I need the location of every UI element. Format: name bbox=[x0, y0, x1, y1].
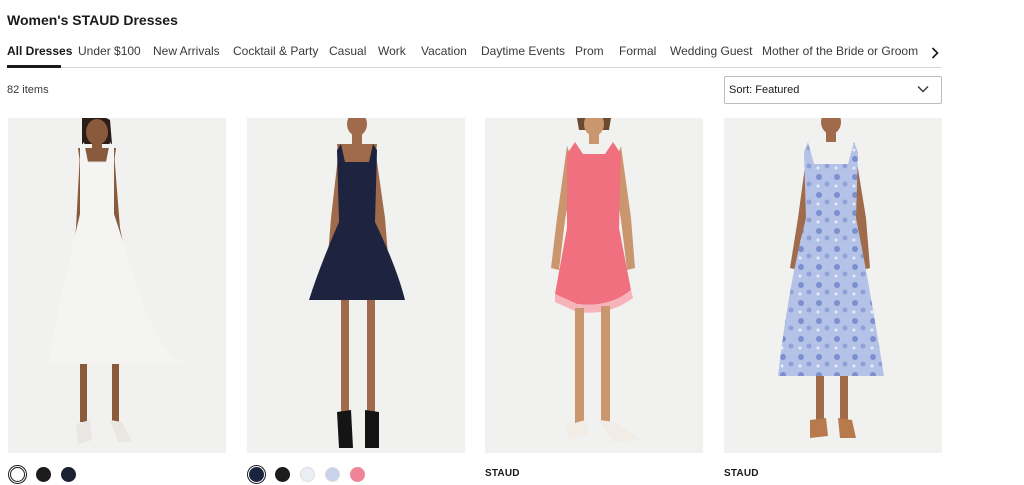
tab-vacation[interactable]: Vacation bbox=[421, 44, 467, 58]
product-card[interactable] bbox=[724, 118, 942, 453]
color-swatch-navy[interactable] bbox=[249, 467, 264, 482]
product-card[interactable] bbox=[485, 118, 703, 453]
sort-dropdown[interactable]: Sort: Featured bbox=[724, 76, 942, 104]
tab-under-100[interactable]: Under $100 bbox=[78, 44, 141, 58]
item-count: 82 items bbox=[7, 84, 49, 96]
product-image[interactable] bbox=[724, 118, 942, 453]
tab-new-arrivals[interactable]: New Arrivals bbox=[153, 44, 220, 58]
white-dress-photo bbox=[8, 118, 226, 453]
tab-work[interactable]: Work bbox=[378, 44, 406, 58]
color-swatch-white[interactable] bbox=[300, 467, 315, 482]
blue-floral-dress-photo bbox=[724, 118, 942, 453]
product-image[interactable] bbox=[485, 118, 703, 453]
tab-daytime-events[interactable]: Daytime Events bbox=[481, 44, 565, 58]
pink-dress-photo bbox=[485, 118, 703, 453]
tab-mother-of-the-bride-or-groom[interactable]: Mother of the Bride or Groom bbox=[762, 44, 918, 58]
color-swatch-white[interactable] bbox=[10, 467, 25, 482]
color-swatch-pink[interactable] bbox=[350, 467, 365, 482]
color-swatch-black[interactable] bbox=[275, 467, 290, 482]
page-title: Women's STAUD Dresses bbox=[7, 12, 178, 28]
product-card[interactable] bbox=[8, 118, 226, 453]
product-brand[interactable]: STAUD bbox=[485, 468, 520, 479]
product-image[interactable] bbox=[247, 118, 465, 453]
product-card[interactable] bbox=[247, 118, 465, 453]
color-swatch-light-blue[interactable] bbox=[325, 467, 340, 482]
chevron-down-icon bbox=[917, 86, 929, 93]
color-swatch-navy[interactable] bbox=[61, 467, 76, 482]
sort-label: Sort: Featured bbox=[729, 84, 800, 96]
active-tab-indicator bbox=[7, 65, 61, 68]
product-image[interactable] bbox=[8, 118, 226, 453]
tab-wedding-guest[interactable]: Wedding Guest bbox=[670, 44, 753, 58]
tab-cocktail-party[interactable]: Cocktail & Party bbox=[233, 44, 318, 58]
product-brand[interactable]: STAUD bbox=[724, 468, 759, 479]
tab-formal[interactable]: Formal bbox=[619, 44, 656, 58]
color-swatch-black[interactable] bbox=[36, 467, 51, 482]
tab-casual[interactable]: Casual bbox=[329, 44, 366, 58]
navy-dress-photo bbox=[247, 118, 465, 453]
tab-prom[interactable]: Prom bbox=[575, 44, 604, 58]
category-tabs: All Dresses Under $100 New Arrivals Cock… bbox=[7, 42, 942, 68]
tab-all-dresses[interactable]: All Dresses bbox=[7, 44, 72, 58]
tabs-next-button[interactable] bbox=[927, 43, 943, 63]
chevron-right-icon bbox=[931, 47, 939, 59]
